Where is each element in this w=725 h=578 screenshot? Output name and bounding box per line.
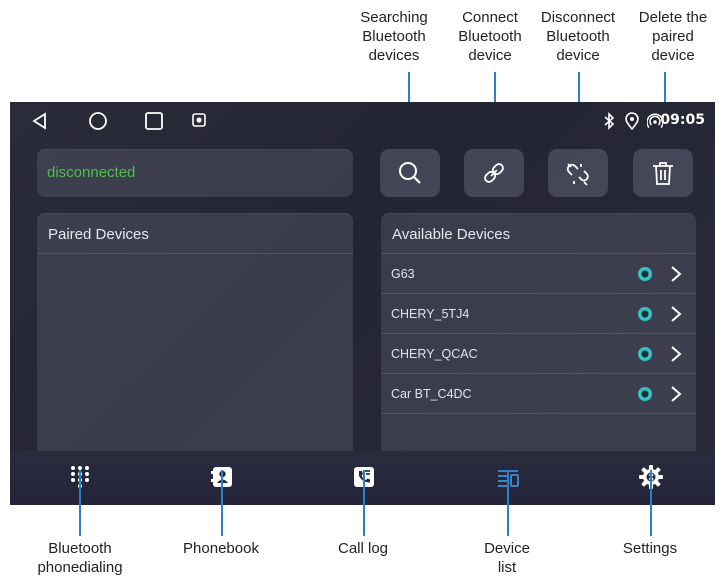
leader-calllog — [363, 470, 365, 536]
leader-dialing — [79, 470, 81, 536]
screenshot-icon[interactable] — [192, 113, 206, 127]
chevron-right-icon[interactable] — [670, 385, 682, 403]
chevron-right-icon[interactable] — [670, 305, 682, 323]
head-unit-screen: 09:05 disconnected Paired Devices Availa… — [10, 102, 715, 505]
device-name: CHERY_QCAC — [391, 347, 478, 361]
trash-icon — [653, 162, 673, 185]
available-devices-title: Available Devices — [392, 226, 511, 243]
callout-connect: Connect Bluetooth device — [458, 9, 522, 64]
chevron-right-icon[interactable] — [670, 345, 682, 363]
callout-search: Searching Bluetooth devices — [360, 9, 428, 64]
recents-icon[interactable] — [144, 111, 164, 131]
connection-status-field: disconnected — [37, 149, 353, 197]
callout-settings: Settings — [622, 540, 678, 557]
device-row[interactable]: CHERY_5TJ4 — [381, 294, 696, 334]
back-icon[interactable] — [30, 111, 50, 131]
leader-phonebook — [221, 470, 223, 536]
paired-devices-title: Paired Devices — [48, 226, 149, 243]
search-button[interactable] — [380, 149, 440, 197]
callout-dialing: Bluetooth phonedialing — [37, 540, 123, 576]
device-row[interactable]: CHERY_QCAC — [381, 334, 696, 374]
link-icon — [484, 163, 504, 183]
clock: 09:05 — [660, 112, 705, 128]
delete-button[interactable] — [633, 149, 693, 197]
device-row[interactable]: G63 — [381, 254, 696, 294]
callout-calllog: Call log — [337, 540, 389, 557]
connect-button[interactable] — [464, 149, 524, 197]
search-icon — [399, 162, 421, 184]
connection-status-text: disconnected — [47, 164, 136, 181]
leader-settings — [650, 470, 652, 536]
chevron-right-icon[interactable] — [670, 265, 682, 283]
device-status-dot-icon — [638, 347, 652, 361]
device-status-dot-icon — [638, 387, 652, 401]
device-name: Car BT_C4DC — [391, 387, 472, 401]
device-name: G63 — [391, 267, 415, 281]
status-bar: 09:05 — [10, 102, 715, 140]
home-icon[interactable] — [88, 111, 108, 131]
location-icon — [625, 112, 639, 130]
device-name: CHERY_5TJ4 — [391, 307, 470, 321]
callout-delete: Delete the paired device — [638, 9, 708, 64]
callout-devicelist: Device list — [484, 540, 530, 576]
callout-phonebook: Phonebook — [183, 540, 259, 557]
disconnect-button[interactable] — [548, 149, 608, 197]
device-status-dot-icon — [638, 267, 652, 281]
leader-devicelist — [507, 470, 509, 536]
device-row[interactable]: Car BT_C4DC — [381, 374, 696, 414]
paired-divider — [37, 253, 353, 254]
unlink-icon — [566, 163, 589, 186]
bluetooth-icon — [604, 112, 615, 130]
device-status-dot-icon — [638, 307, 652, 321]
callout-disconnect: Disconnect Bluetooth device — [540, 9, 616, 64]
